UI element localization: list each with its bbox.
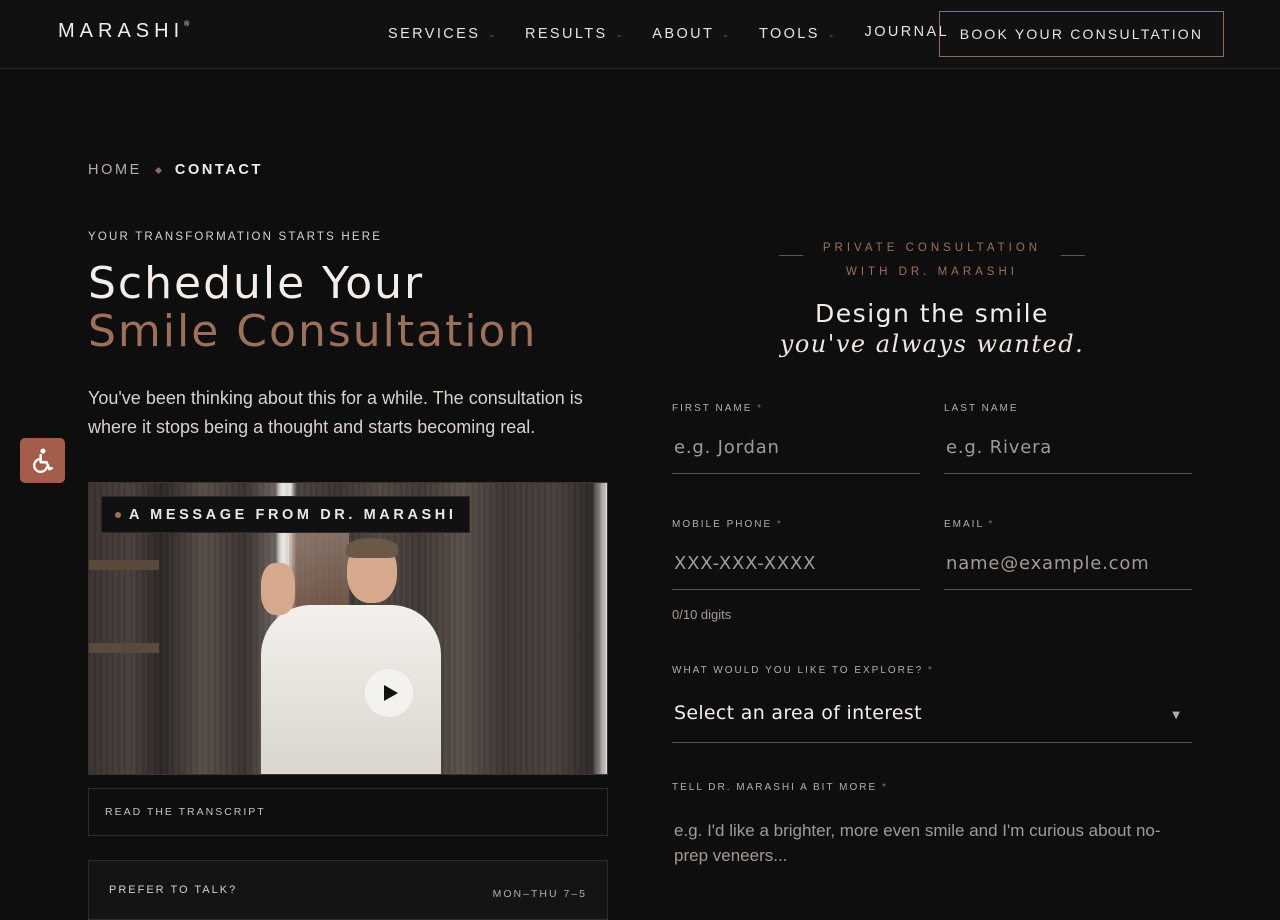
main-nav: SERVICES ⌄ RESULTS ⌄ ABOUT ⌄ TOOLS ⌄ JOURNAL bbox=[388, 24, 949, 42]
video-shelf bbox=[89, 643, 159, 653]
nav-results[interactable]: RESULTS ⌄ bbox=[525, 26, 622, 42]
chevron-down-icon: ⌄ bbox=[722, 29, 729, 39]
read-transcript-button[interactable]: READ THE TRANSCRIPT bbox=[88, 788, 608, 836]
prefer-to-talk-panel: PREFER TO TALK? MON–THU 7–5 bbox=[88, 860, 608, 920]
hero-eyebrow: YOUR TRANSFORMATION STARTS HERE bbox=[88, 231, 383, 243]
explore-label: WHAT WOULD YOU LIKE TO EXPLORE? * bbox=[672, 665, 934, 676]
logo[interactable]: MARASHI® bbox=[58, 20, 189, 43]
form-title: Design the smile you've always wanted. bbox=[672, 298, 1192, 360]
interest-select-value: Select an area of interest bbox=[674, 702, 922, 724]
eyebrow-rule-left bbox=[779, 255, 803, 256]
book-consultation-button[interactable]: BOOK YOUR CONSULTATION bbox=[939, 11, 1224, 57]
prefer-to-talk-label: PREFER TO TALK? bbox=[109, 884, 238, 896]
form-eyebrow-line1: PRIVATE CONSULTATION bbox=[822, 242, 1042, 254]
interest-select[interactable]: Select an area of interest ▼ bbox=[672, 688, 1192, 743]
phone-digit-counter: 0/10 digits bbox=[672, 607, 732, 622]
first-name-input[interactable] bbox=[672, 434, 920, 474]
first-name-field: FIRST NAME * bbox=[672, 403, 920, 474]
logo-text: MARASHI bbox=[58, 20, 185, 42]
more-label: TELL DR. MARASHI A BIT MORE * bbox=[672, 782, 888, 793]
email-field: EMAIL * bbox=[944, 519, 1192, 590]
video-person-hand bbox=[261, 563, 295, 615]
breadcrumb: HOME CONTACT bbox=[88, 162, 263, 178]
video-shelf bbox=[89, 560, 159, 570]
video-person-hair bbox=[346, 538, 398, 558]
play-icon bbox=[384, 685, 398, 701]
phone-input[interactable] bbox=[672, 550, 920, 590]
breadcrumb-separator bbox=[154, 166, 162, 174]
form-title-line2: you've always wanted. bbox=[779, 330, 1085, 358]
nav-journal[interactable]: JOURNAL bbox=[865, 24, 949, 40]
email-input[interactable] bbox=[944, 550, 1192, 590]
email-label: EMAIL * bbox=[944, 519, 995, 530]
form-title-line1: Design the smile bbox=[815, 299, 1049, 328]
video-person bbox=[261, 605, 441, 774]
accessibility-icon bbox=[32, 448, 53, 473]
page-title-line1: Schedule Your bbox=[88, 258, 425, 309]
eyebrow-rule-right bbox=[1061, 255, 1085, 256]
form-eyebrow: PRIVATE CONSULTATION WITH DR. MARASHI bbox=[672, 236, 1192, 284]
phone-field: MOBILE PHONE * bbox=[672, 519, 920, 590]
nav-tools[interactable]: TOOLS ⌄ bbox=[759, 26, 835, 42]
video-tag: A MESSAGE FROM DR. MARASHI bbox=[101, 496, 471, 533]
last-name-input[interactable] bbox=[944, 434, 1192, 474]
last-name-label: LAST NAME bbox=[944, 403, 1019, 414]
explore-field: WHAT WOULD YOU LIKE TO EXPLORE? * bbox=[672, 665, 1192, 676]
chevron-down-icon: ⌄ bbox=[615, 29, 623, 39]
office-hours: MON–THU 7–5 bbox=[492, 888, 587, 900]
more-textarea[interactable] bbox=[672, 818, 1192, 888]
chevron-down-icon: ⌄ bbox=[827, 29, 835, 39]
phone-label: MOBILE PHONE * bbox=[672, 519, 783, 530]
breadcrumb-home[interactable]: HOME bbox=[88, 162, 142, 178]
logo-registered-mark: ® bbox=[184, 21, 190, 29]
chevron-down-icon: ⌄ bbox=[488, 29, 495, 39]
more-field: TELL DR. MARASHI A BIT MORE * bbox=[672, 782, 1192, 793]
video-player[interactable]: A MESSAGE FROM DR. MARASHI bbox=[88, 482, 608, 775]
last-name-field: LAST NAME bbox=[944, 403, 1192, 474]
bullet-icon bbox=[115, 511, 121, 518]
nav-services[interactable]: SERVICES ⌄ bbox=[388, 26, 495, 42]
breadcrumb-current: CONTACT bbox=[174, 162, 263, 178]
page-title: Schedule Your Smile Consultation bbox=[88, 260, 537, 356]
first-name-label: FIRST NAME * bbox=[672, 403, 764, 414]
page-title-line2: Smile Consultation bbox=[88, 306, 538, 357]
accessibility-button[interactable] bbox=[20, 438, 65, 483]
form-eyebrow-line2: WITH DR. MARASHI bbox=[846, 266, 1018, 278]
nav-about[interactable]: ABOUT ⌄ bbox=[652, 26, 729, 42]
play-button[interactable] bbox=[365, 669, 413, 717]
site-header: MARASHI® SERVICES ⌄ RESULTS ⌄ ABOUT ⌄ TOOLS… bbox=[0, 0, 1280, 69]
dropdown-arrow-icon: ▼ bbox=[1172, 710, 1180, 721]
hero-intro: You've been thinking about this for a wh… bbox=[88, 388, 583, 437]
